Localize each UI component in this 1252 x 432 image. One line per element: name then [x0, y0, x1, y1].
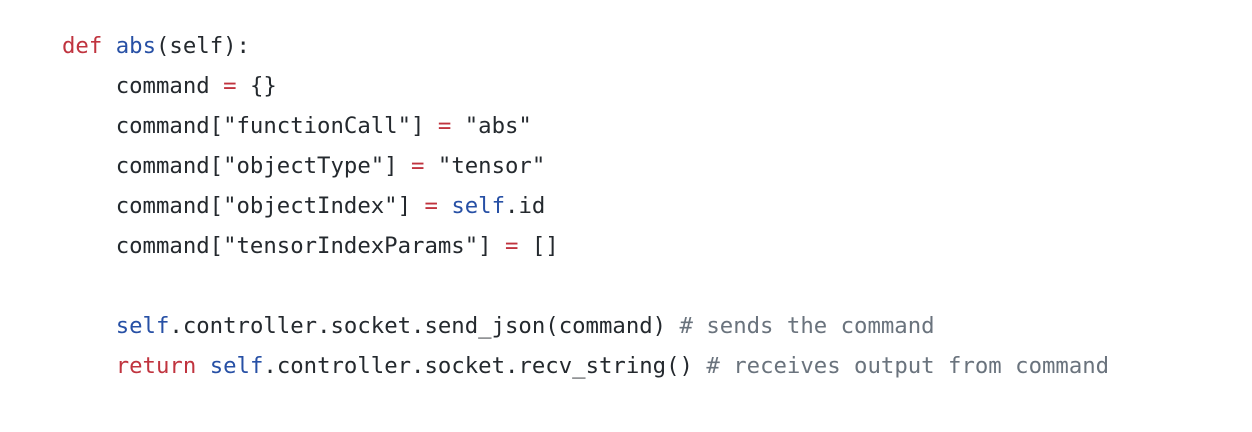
code-text: [] [518, 233, 559, 259]
assign-operator: = [505, 233, 519, 259]
self-keyword: self [115, 313, 170, 339]
code-text: command["objectType"] [62, 153, 412, 179]
code-text: (self): [156, 33, 250, 59]
assign-operator: = [411, 153, 425, 179]
code-text: .controller.socket.send_json(command) [169, 313, 680, 339]
self-keyword: self [451, 193, 506, 219]
code-text: "tensor" [424, 153, 546, 179]
code-line-object-index: command["objectIndex"] = self.id [62, 186, 1109, 226]
code-line-function-call: command["functionCall"] = "abs" [62, 106, 1109, 146]
code-comment: # receives output from command [706, 353, 1110, 379]
assign-operator: = [223, 73, 237, 99]
code-line-def: def abs(self): [62, 26, 1109, 66]
keyword-return: return [115, 353, 197, 379]
code-block: def abs(self): command = {} command["fun… [62, 26, 1109, 386]
code-text: .controller.socket.recv_string() [263, 353, 707, 379]
code-text: "abs" [451, 113, 532, 139]
assign-operator: = [424, 193, 438, 219]
code-line-send-json: self.controller.socket.send_json(command… [62, 306, 1109, 346]
keyword-def: def [62, 33, 103, 59]
code-line-object-type: command["objectType"] = "tensor" [62, 146, 1109, 186]
code-line-command-init: command = {} [62, 66, 1109, 106]
self-keyword: self [209, 353, 264, 379]
assign-operator: = [437, 113, 452, 139]
code-view: def abs(self): command = {} command["fun… [0, 0, 1252, 432]
code-text: command [62, 73, 224, 99]
code-text: command["tensorIndexParams"] [62, 233, 505, 259]
code-line-tensor-index-params: command["tensorIndexParams"] = [] [62, 226, 1109, 266]
code-text: command["functionCall"] [62, 113, 438, 139]
code-text: command["objectIndex"] [62, 193, 425, 219]
code-line-return: return self.controller.socket.recv_strin… [62, 346, 1109, 386]
function-name: abs [115, 33, 156, 59]
code-text: .id [505, 193, 546, 219]
code-comment: # sends the command [679, 313, 935, 339]
code-text: {} [236, 73, 277, 99]
